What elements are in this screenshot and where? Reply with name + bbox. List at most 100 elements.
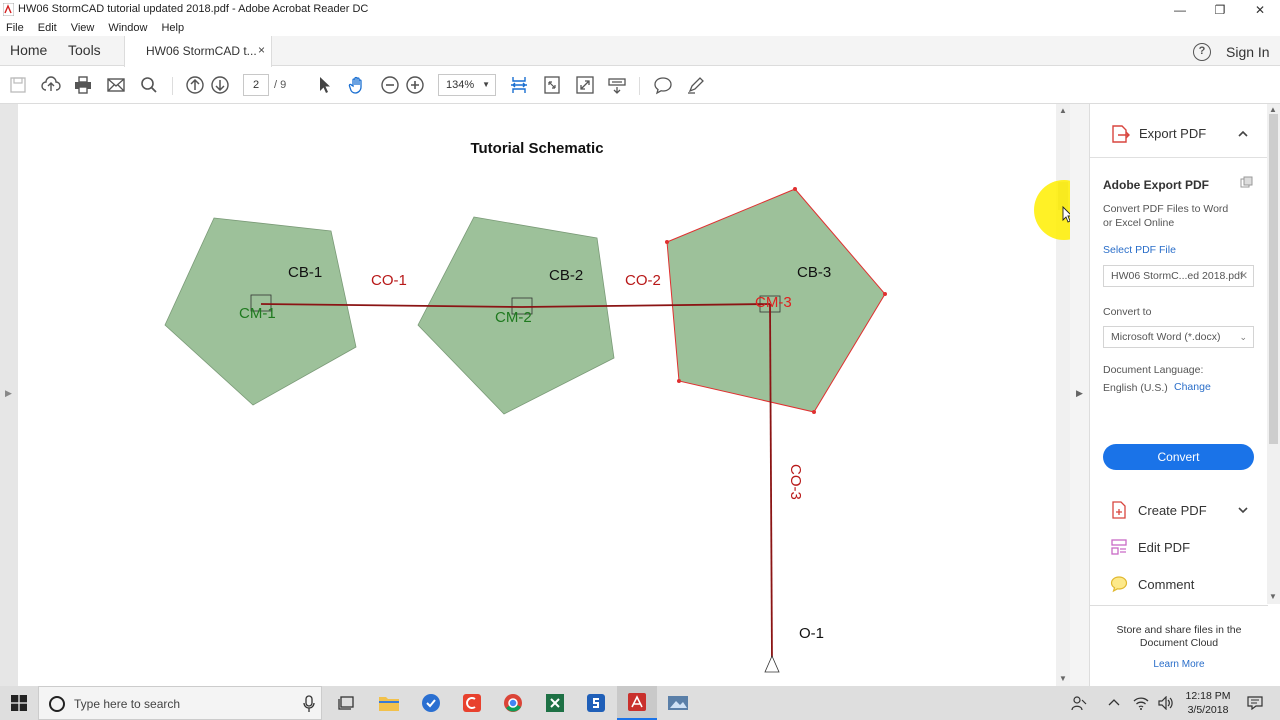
taskbar-search[interactable]: Type here to search [38,686,322,720]
document-language-label: Document Language: [1103,364,1204,376]
chevron-up-icon[interactable] [1237,128,1249,140]
adobe-export-heading: Adobe Export PDF [1103,178,1210,192]
scroll-up-icon[interactable]: ▲ [1269,105,1277,114]
menu-help[interactable]: Help [161,20,184,36]
zoom-select[interactable]: 134% ▼ [438,74,496,96]
hand-tool-icon[interactable] [347,75,367,95]
comment-tool[interactable]: Comment [1110,573,1194,595]
zoom-in-icon[interactable] [405,75,425,95]
select-pdf-file-link[interactable]: Select PDF File [1103,244,1176,256]
help-icon[interactable]: ? [1193,43,1211,61]
volume-icon[interactable] [1155,686,1177,720]
upload-cloud-icon[interactable] [41,75,61,95]
full-screen-icon[interactable] [575,75,595,95]
search-icon[interactable] [139,75,159,95]
tab-close-icon[interactable]: × [258,43,265,57]
label-cb-3: CB-3 [797,264,831,281]
print-icon[interactable] [73,75,93,95]
title-bar: HW06 StormCAD tutorial updated 2018.pdf … [0,0,1280,20]
pen-highlight-icon[interactable] [686,75,706,95]
format-select[interactable]: Microsoft Word (*.docx) ⌄ [1103,326,1254,348]
email-icon[interactable] [106,75,126,95]
edit-pdf-icon [1111,539,1127,555]
export-description-1: Convert PDF Files to Word [1103,203,1229,215]
tab-tools[interactable]: Tools [68,42,101,58]
label-co-3: CO-3 [787,464,804,500]
menu-window[interactable]: Window [108,20,147,36]
system-clock[interactable]: 12:18 PM 3/5/2018 [1182,689,1234,717]
export-pdf-icon [1112,125,1130,143]
learn-more-link[interactable]: Learn More [1090,659,1268,670]
maximize-button[interactable]: ❐ [1200,0,1240,20]
scroll-down-icon[interactable]: ▼ [1059,674,1067,683]
microphone-icon[interactable] [303,695,315,713]
menu-edit[interactable]: Edit [38,20,57,36]
page-number-input[interactable]: 2 [243,74,269,96]
acrobat-app-icon [3,3,14,16]
label-cb-2: CB-2 [549,267,583,284]
cortana-icon [49,696,65,712]
chevron-down-icon[interactable] [1237,504,1249,516]
task-view-icon[interactable] [335,691,359,715]
previous-page-icon[interactable] [185,75,205,95]
tools-pane: Export PDF Adobe Export PDF Convert PDF … [1089,104,1268,686]
comment-icon[interactable] [653,75,673,95]
minimize-button[interactable]: — [1160,0,1200,20]
sign-in-link[interactable]: Sign In [1226,44,1270,60]
copy-icon[interactable] [1240,176,1254,190]
tab-home[interactable]: Home [10,42,47,58]
shield-app-icon[interactable] [419,691,443,715]
acrobat-taskbar-icon[interactable] [617,686,657,720]
search-placeholder: Type here to search [74,697,181,711]
scrollbar-thumb[interactable] [1269,114,1278,444]
chrome-icon[interactable] [501,691,525,715]
scroll-mode-icon[interactable] [509,75,529,95]
next-page-icon[interactable] [210,75,230,95]
wifi-icon[interactable] [1130,686,1152,720]
zoom-out-icon[interactable] [380,75,400,95]
document-page[interactable]: Tutorial Schematic CB-1 CB-2 CB-3 CM-1 C… [18,104,1056,686]
clear-file-icon[interactable]: ✕ [1239,266,1248,286]
start-button[interactable] [0,686,38,720]
tab-bar: Home Tools HW06 StormCAD t... × [0,36,1280,67]
label-co-1: CO-1 [371,272,407,289]
excel-icon[interactable] [543,691,567,715]
windows-logo-icon [11,695,27,711]
notifications-icon[interactable] [1244,686,1266,720]
scroll-down-icon[interactable]: ▼ [1269,592,1277,601]
clock-date: 3/5/2018 [1187,704,1229,716]
edit-pdf-tool[interactable]: Edit PDF [1110,536,1190,558]
file-explorer-icon[interactable] [377,691,401,715]
select-cursor-icon[interactable] [314,75,334,95]
save-icon[interactable] [8,75,28,95]
cad-app-icon[interactable] [460,691,484,715]
scroll-up-icon[interactable]: ▲ [1059,106,1067,115]
chevron-down-icon: ▼ [482,80,490,89]
stormcad-icon[interactable] [584,691,608,715]
expand-left-icon: ▶ [5,388,12,398]
selected-file-field[interactable]: HW06 StormC...ed 2018.pdf ✕ [1103,265,1254,287]
tab-document[interactable]: HW06 StormCAD t... × [124,36,272,67]
tray-chevron-up-icon[interactable] [1104,686,1124,720]
tools-pane-scrollbar[interactable]: ▲ ▼ [1267,104,1280,604]
change-language-link[interactable]: Change [1174,381,1211,393]
left-panel-toggle[interactable]: ▶ [0,104,18,686]
create-pdf-icon [1112,501,1126,519]
toolbar-separator [639,77,640,95]
outfall-o-1[interactable] [764,655,780,673]
people-icon[interactable] [1068,686,1090,720]
photos-app-icon[interactable] [666,691,690,715]
schematic-title: Tutorial Schematic [470,140,603,157]
close-window-button[interactable]: ✕ [1240,0,1280,20]
convert-button[interactable]: Convert [1103,444,1254,470]
menu-view[interactable]: View [71,20,95,36]
cloud-promo-text: Store and share files in the Document Cl… [1116,624,1242,649]
create-pdf-tool[interactable]: Create PDF [1110,499,1207,521]
right-pane-toggle[interactable]: ▶ [1070,104,1089,686]
schematic-canvas: Tutorial Schematic CB-1 CB-2 CB-3 CM-1 C… [164,140,887,673]
menu-file[interactable]: File [6,20,24,36]
label-cm-1: CM-1 [239,305,276,322]
read-mode-icon[interactable] [607,75,627,95]
export-pdf-header[interactable]: Export PDF [1090,104,1268,158]
fit-page-icon[interactable] [542,75,562,95]
